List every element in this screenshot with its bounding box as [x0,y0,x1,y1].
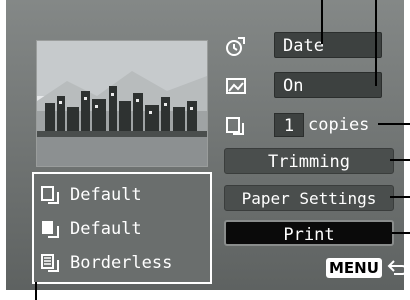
print-button[interactable]: Print [224,220,394,246]
file-number-icon [224,74,248,98]
image-preview [36,40,208,167]
paper-size-row: Default [40,182,142,208]
copies-value[interactable]: 1 [274,113,304,137]
layout-value: Borderless [70,253,173,273]
style-date-field[interactable]: Date [274,32,382,58]
paper-size-value: Default [70,185,142,205]
paper-type-value: Default [70,219,142,239]
menu-button-label: MENU [326,258,382,278]
layout-row: Borderless [40,250,172,276]
paper-size-icon [41,186,59,204]
paper-settings-summary: Default Default Borderless [32,172,212,284]
trimming-button[interactable]: Trimming [224,148,394,174]
copies-icon [224,114,248,138]
camera-lcd-screen: Date On 1 copies Trimming Paper Settings… [6,0,404,290]
paper-type-row: Default [40,216,142,242]
copies-unit-label: copies [308,115,370,135]
return-icon [387,260,404,275]
style-icon [224,34,248,58]
file-number-field[interactable]: On [274,72,382,98]
menu-return-hint[interactable]: MENU [326,258,404,278]
copies-setting[interactable]: 1 copies [274,112,369,138]
paper-type-icon [42,221,59,238]
paper-settings-button[interactable]: Paper Settings [224,185,394,211]
layout-icon [41,254,59,272]
